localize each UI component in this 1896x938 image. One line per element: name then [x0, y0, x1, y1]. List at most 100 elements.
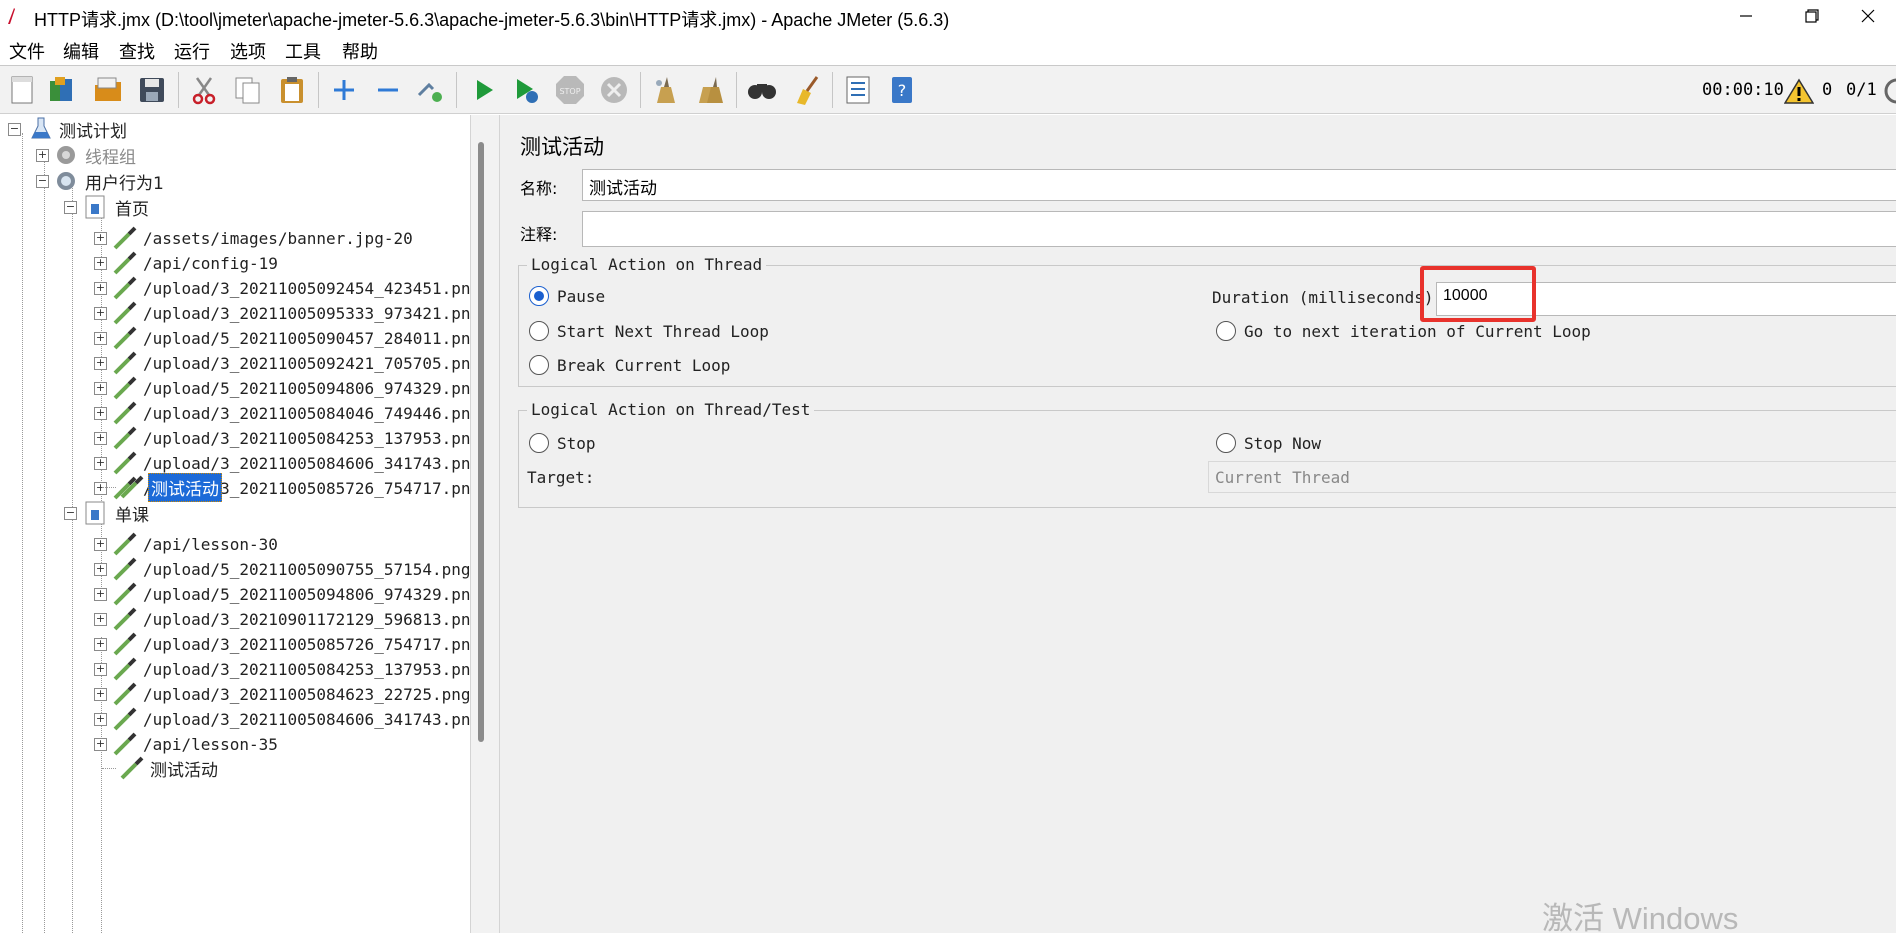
cut-button[interactable] [188, 74, 220, 106]
function-helper-button[interactable] [842, 74, 874, 106]
tree-node-sampler[interactable]: + /upload/3_20211005085726_754717.png- [94, 630, 470, 658]
tree-node-sampler[interactable]: + /upload/5_20211005090457_284011.png- [94, 324, 470, 352]
templates-button[interactable] [46, 74, 78, 106]
tree-node-lesson[interactable]: − 单课 [64, 499, 151, 527]
stop-now-radio[interactable]: Stop Now [1216, 433, 1321, 453]
clear-all-button[interactable] [694, 74, 726, 106]
warning-count: 0 [1822, 80, 1833, 100]
menu-search[interactable]: 查找 [119, 38, 155, 64]
tree-node-thread-group[interactable]: + 线程组 [36, 141, 138, 169]
start-button[interactable] [468, 74, 500, 106]
tree-node-test-activity-selected[interactable]: 测试活动 [102, 472, 222, 502]
expand-toggle[interactable]: + [94, 331, 107, 345]
expand-toggle[interactable]: + [94, 431, 107, 445]
tree-node-sampler[interactable]: + /upload/3_20211005095333_973421.png- [94, 299, 470, 327]
sampler-label: /upload/3_20211005084253_137953.png- [143, 428, 470, 448]
menu-file[interactable]: 文件 [9, 38, 45, 64]
tree-node-test-plan[interactable]: − 测试计划 [8, 115, 129, 143]
clear-button[interactable] [650, 74, 682, 106]
tree-scrollbar[interactable] [478, 142, 484, 742]
collapse-all-button[interactable] [372, 74, 404, 106]
help-button[interactable]: ? [886, 74, 918, 106]
collapse-toggle[interactable]: − [8, 122, 21, 136]
expand-toggle[interactable]: + [94, 481, 107, 495]
expand-toggle[interactable]: + [94, 562, 107, 576]
break-loop-radio[interactable]: Break Current Loop [529, 355, 730, 375]
expand-toggle[interactable]: + [94, 231, 107, 245]
expand-toggle[interactable]: + [36, 148, 49, 162]
test-plan-tree[interactable]: − 测试计划 + 线程组 − 用户行为1 − 首页 + /assets/image… [0, 115, 470, 933]
menu-edit[interactable]: 编辑 [63, 38, 99, 64]
tree-node-sampler[interactable]: + /upload/3_20211005084623_22725.png-3 [94, 680, 470, 708]
shutdown-button[interactable] [598, 74, 630, 106]
expand-toggle[interactable]: + [94, 256, 107, 270]
tree-node-sampler[interactable]: + /upload/3_20211005092421_705705.png- [94, 349, 470, 377]
menu-run[interactable]: 运行 [174, 38, 210, 64]
next-iteration-radio[interactable]: Go to next iteration of Current Loop [1216, 321, 1591, 341]
minimize-button[interactable] [1718, 0, 1774, 32]
expand-toggle[interactable]: + [94, 662, 107, 676]
tree-node-sampler[interactable]: + /upload/5_20211005094806_974329.png- [94, 374, 470, 402]
target-label: Target: [527, 468, 595, 487]
clear-all-icon [699, 77, 723, 103]
expand-toggle[interactable]: + [94, 612, 107, 626]
collapse-toggle[interactable]: − [36, 174, 49, 188]
stop-button[interactable]: STOP [554, 74, 586, 106]
tree-node-sampler[interactable]: + /api/lesson-30 [94, 530, 280, 558]
collapse-icon [378, 88, 398, 92]
collapse-toggle[interactable]: − [64, 506, 77, 520]
restore-button[interactable] [1784, 0, 1840, 32]
tree-node-sampler[interactable]: + /assets/images/banner.jpg-20 [94, 224, 415, 252]
expand-toggle[interactable]: + [94, 281, 107, 295]
tree-node-sampler[interactable]: + /upload/3_20211005084253_137953.png- [94, 424, 470, 452]
paste-button[interactable] [276, 74, 308, 106]
reset-search-button[interactable] [790, 74, 822, 106]
close-button[interactable] [1840, 0, 1896, 32]
tree-node-home[interactable]: − 首页 [64, 193, 151, 221]
menu-tools[interactable]: 工具 [285, 38, 321, 64]
copy-button[interactable] [232, 74, 264, 106]
tree-node-sampler[interactable]: + /upload/5_20211005090755_57154.png-3 [94, 555, 470, 583]
sampler-label: /upload/3_20211005084606_341743.png- [143, 453, 470, 473]
tree-node-sampler[interactable]: + /upload/3_20211005084046_749446.png- [94, 399, 470, 427]
tree-node-sampler[interactable]: + /upload/3_20211005084253_137953.png- [94, 655, 470, 683]
stop-radio[interactable]: Stop [529, 433, 596, 453]
tree-node-sampler[interactable]: + /upload/3_20211005084606_341743.png- [94, 705, 470, 733]
pause-radio[interactable]: Pause [529, 286, 605, 306]
tree-node-sampler[interactable]: + /upload/5_20211005094806_974329.png- [94, 580, 470, 608]
expand-all-button[interactable] [328, 74, 360, 106]
expand-toggle[interactable]: + [94, 737, 107, 751]
splitter[interactable] [470, 115, 500, 933]
expand-toggle[interactable]: + [94, 456, 107, 470]
expand-toggle[interactable]: + [94, 356, 107, 370]
tree-node-test-activity[interactable]: 测试活动 [102, 754, 220, 782]
sampler-label: /upload/3_20211005092421_705705.png- [143, 353, 470, 373]
expand-toggle[interactable]: + [94, 712, 107, 726]
tree-node-sampler[interactable]: + /upload/3_20211005092454_423451.png- [94, 274, 470, 302]
expand-toggle[interactable]: + [94, 406, 107, 420]
expand-toggle[interactable]: + [94, 587, 107, 601]
search-button[interactable] [746, 74, 778, 106]
menu-help[interactable]: 帮助 [342, 38, 378, 64]
start-next-loop-radio[interactable]: Start Next Thread Loop [529, 321, 769, 341]
tree-node-sampler[interactable]: + /upload/3_20210901172129_596813.png- [94, 605, 470, 633]
comment-field[interactable] [582, 211, 1896, 247]
expand-toggle[interactable]: + [94, 637, 107, 651]
toggle-button[interactable] [414, 74, 446, 106]
target-select[interactable]: Current Thread [1208, 461, 1896, 493]
menu-options[interactable]: 选项 [230, 38, 266, 64]
remote-icon[interactable] [1884, 78, 1896, 104]
name-field[interactable]: 测试活动 [582, 169, 1896, 201]
warning-icon[interactable] [1784, 78, 1814, 104]
expand-toggle[interactable]: + [94, 687, 107, 701]
start-no-pauses-button[interactable] [510, 74, 542, 106]
tree-node-sampler[interactable]: + /api/config-19 [94, 249, 280, 277]
expand-toggle[interactable]: + [94, 381, 107, 395]
open-button[interactable] [92, 74, 124, 106]
tree-node-user-behavior[interactable]: − 用户行为1 [36, 167, 166, 195]
expand-toggle[interactable]: + [94, 537, 107, 551]
expand-toggle[interactable]: + [94, 306, 107, 320]
collapse-toggle[interactable]: − [64, 200, 77, 214]
new-button[interactable] [6, 74, 38, 106]
save-button[interactable] [136, 74, 168, 106]
